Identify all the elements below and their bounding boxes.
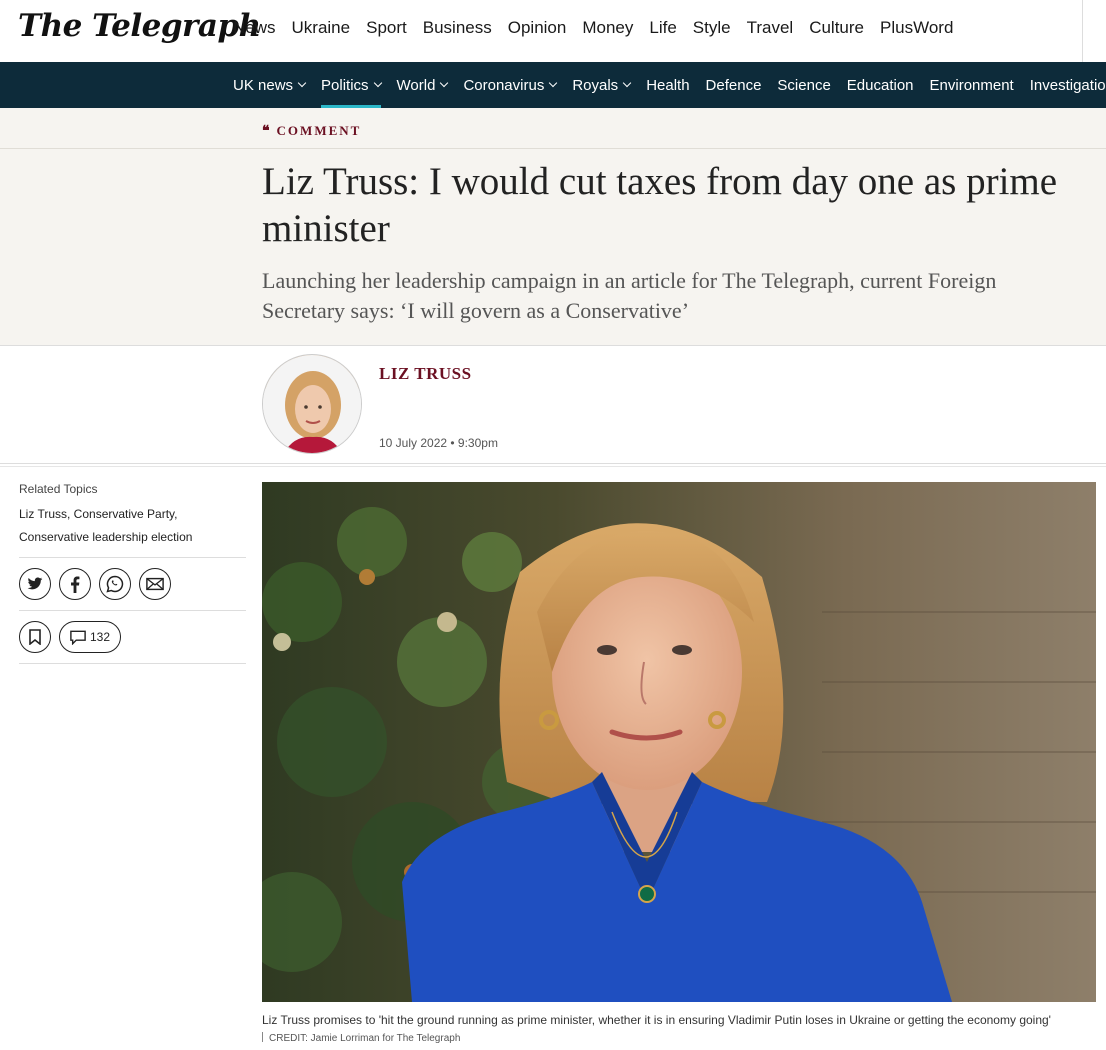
bookmark-button[interactable] — [19, 621, 51, 653]
section-nav-label: Investigations — [1029, 76, 1106, 94]
article-standfirst: Launching her leadership campaign in an … — [262, 268, 997, 323]
top-header: The Telegraph News Ukraine Sport Busines… — [0, 0, 1106, 62]
related-topics-title: Related Topics — [19, 482, 98, 496]
section-nav-label: Politics — [321, 76, 369, 94]
quote-icon: ❝ — [262, 123, 270, 139]
section-nav-royals[interactable]: Royals — [572, 62, 632, 108]
nav-item-ukraine[interactable]: Ukraine — [292, 18, 351, 38]
article-sidebar: Related Topics Liz Truss, Conservative P… — [19, 482, 246, 672]
section-nav-label: Royals — [572, 76, 619, 94]
section-nav-label: Defence — [705, 76, 762, 94]
section-nav-uk-news[interactable]: UK news — [233, 62, 307, 108]
bookmark-icon — [29, 629, 41, 645]
related-topics-line[interactable]: Liz Truss, Conservative Party, — [19, 503, 246, 526]
sidebar-divider — [19, 557, 246, 558]
section-nav-education[interactable]: Education — [847, 62, 914, 108]
section-nav-label: Health — [646, 76, 690, 94]
section-nav-label: UK news — [233, 76, 294, 94]
image-credit: CREDIT: Jamie Lorriman for The Telegraph — [262, 1032, 460, 1044]
author-portrait — [263, 355, 361, 453]
facebook-icon — [71, 575, 80, 593]
chevron-down-icon — [549, 78, 558, 88]
section-nav-environment[interactable]: Environment — [930, 62, 1014, 108]
comment-count: 132 — [90, 630, 111, 644]
chevron-down-icon — [373, 78, 382, 88]
comment-icon — [70, 630, 86, 645]
article-headline: Liz Truss: I would cut taxes from day on… — [262, 160, 1058, 250]
credit-divider — [262, 1032, 263, 1042]
header-divider — [1082, 0, 1083, 62]
section-kicker[interactable]: ❝ COMMENT — [262, 123, 361, 139]
twitter-icon — [27, 577, 43, 590]
hero-photo — [262, 482, 1096, 1002]
nav-item-travel[interactable]: Travel — [747, 18, 794, 38]
nav-item-business[interactable]: Business — [423, 18, 492, 38]
section-nav-investigations[interactable]: Investigations — [1030, 62, 1106, 108]
nav-item-life[interactable]: Life — [649, 18, 676, 38]
section-nav-label: Education — [846, 76, 914, 94]
section-nav-label: Environment — [929, 76, 1014, 94]
kicker-label: COMMENT — [276, 123, 362, 138]
section-nav-politics[interactable]: Politics — [321, 62, 382, 108]
comments-button[interactable]: 132 — [59, 621, 122, 653]
primary-nav: News Ukraine Sport Business Opinion Mone… — [233, 18, 969, 38]
nav-item-sport[interactable]: Sport — [366, 18, 407, 38]
chevron-down-icon — [622, 78, 632, 88]
section-nav-label: World — [396, 76, 436, 94]
image-credit-text: CREDIT: Jamie Lorriman for The Telegraph — [269, 1033, 461, 1044]
nav-item-money[interactable]: Money — [582, 18, 633, 38]
related-topics-links: Liz Truss, Conservative Party, Conservat… — [19, 503, 246, 549]
section-nav-defence[interactable]: Defence — [706, 62, 762, 108]
section-nav-label: Science — [777, 76, 831, 94]
share-whatsapp-button[interactable] — [99, 568, 131, 600]
chevron-down-icon — [297, 78, 307, 88]
section-nav: UK news Politics World Coronavirus Royal… — [0, 62, 1106, 108]
share-email-button[interactable] — [139, 568, 171, 600]
image-caption: Liz Truss promises to 'hit the ground ru… — [262, 1013, 1051, 1027]
section-nav-world[interactable]: World — [396, 62, 449, 108]
section-nav-coronavirus[interactable]: Coronavirus — [463, 62, 558, 108]
publish-date: 10 July 2022 • 9:30pm — [379, 436, 498, 450]
nav-item-style[interactable]: Style — [693, 18, 731, 38]
chevron-down-icon — [440, 78, 449, 88]
section-nav-label: Coronavirus — [463, 76, 545, 94]
share-facebook-button[interactable] — [59, 568, 91, 600]
share-twitter-button[interactable] — [19, 568, 51, 600]
whatsapp-icon — [106, 575, 124, 593]
author-name-link[interactable]: LIZ TRUSS — [379, 364, 472, 384]
hero-image — [262, 482, 1096, 1002]
kicker-row: ❝ COMMENT — [0, 108, 1106, 149]
share-buttons — [19, 566, 246, 602]
telegraph-logo[interactable]: The Telegraph — [18, 8, 261, 44]
article-header: ❝ COMMENT Liz Truss: I would cut taxes f… — [0, 108, 1106, 346]
section-nav-science[interactable]: Science — [777, 62, 830, 108]
related-topics-line[interactable]: Conservative leadership election — [19, 526, 246, 549]
nav-item-news[interactable]: News — [233, 18, 276, 38]
nav-item-opinion[interactable]: Opinion — [508, 18, 567, 38]
sidebar-divider — [19, 663, 246, 664]
email-icon — [146, 577, 164, 591]
article-actions: 132 — [19, 619, 246, 655]
section-nav-health[interactable]: Health — [646, 62, 689, 108]
sidebar-divider — [19, 610, 246, 611]
nav-item-culture[interactable]: Culture — [809, 18, 864, 38]
nav-item-plusword[interactable]: PlusWord — [880, 18, 953, 38]
author-avatar[interactable] — [262, 354, 362, 454]
byline: LIZ TRUSS 10 July 2022 • 9:30pm — [0, 346, 1106, 467]
